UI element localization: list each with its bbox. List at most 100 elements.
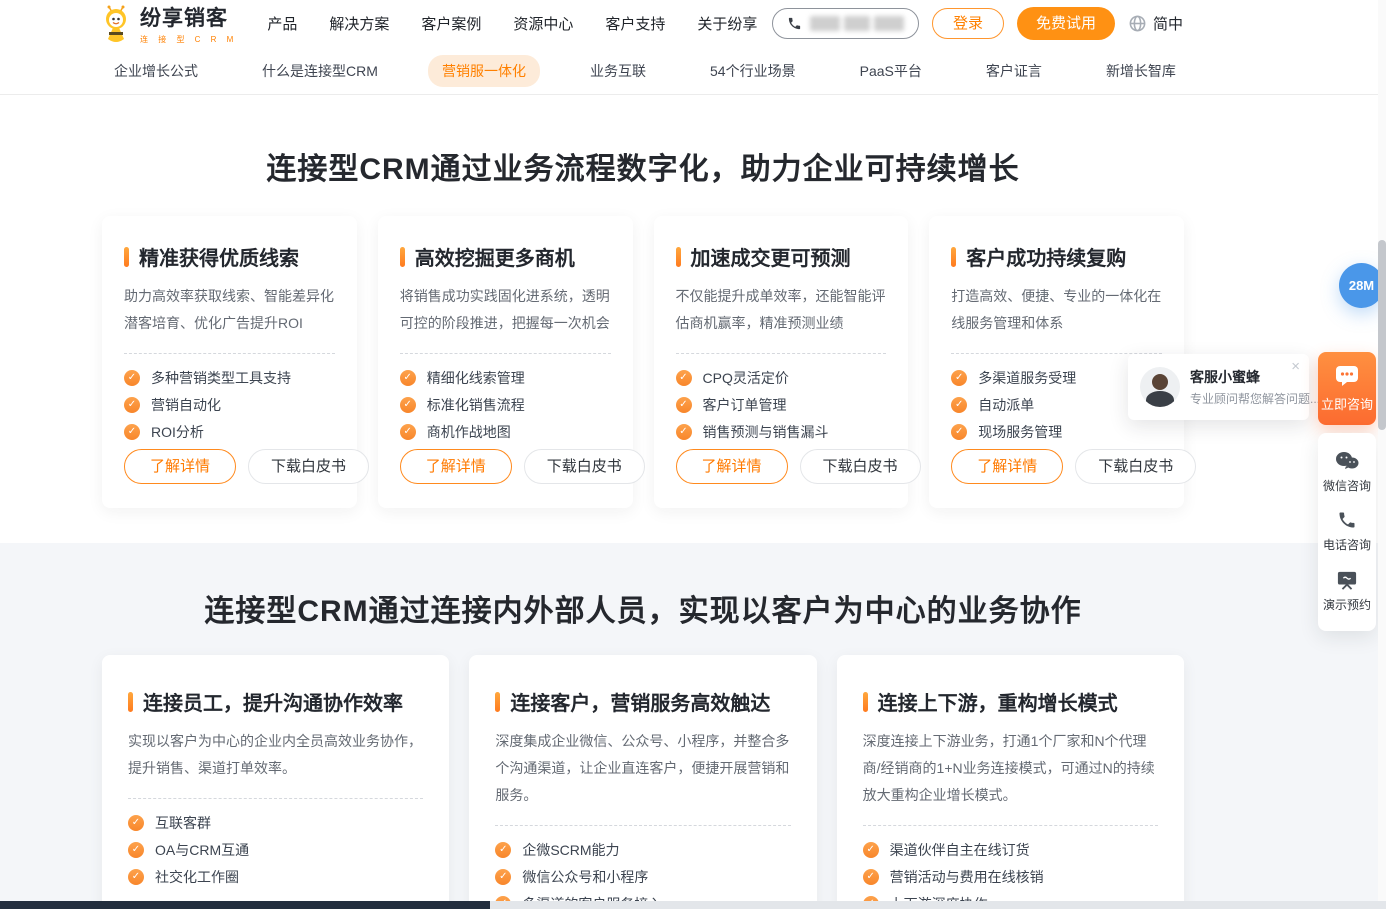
check-icon: ✓ [128,842,144,858]
subnav-item-testimonials[interactable]: 客户证言 [972,55,1056,87]
card-deals: 加速成交更可预测 不仅能提升成单效率，还能智能评估商机赢率，精准预测业绩 ✓CP… [654,216,909,508]
learn-more-button[interactable]: 了解详情 [676,449,788,484]
nav-item-about[interactable]: 关于纷享 [697,13,757,34]
card-title: 高效挖掘更多商机 [415,242,575,271]
check-icon: ✓ [951,424,967,440]
chat-popup[interactable]: 客服小蜜蜂 专业顾问帮您解答问题... × [1128,354,1309,420]
page: 纷享销客 连 接 型 C R M 产品 解决方案 客户案例 资源中心 客户支持 … [0,0,1386,909]
card-desc: 深度连接上下游业务，打通1个厂家和N个代理商/经销商的1+N业务连接模式，可通过… [863,728,1158,809]
check-icon: ✓ [400,370,416,386]
nav-item-cases[interactable]: 客户案例 [421,13,481,34]
bullet-item: ✓营销活动与费用在线核销 [863,867,1158,887]
section-digitalization: 连接型CRM通过业务流程数字化，助力企业可持续增长 精准获得优质线索 助力高效率… [0,95,1386,543]
learn-more-button[interactable]: 了解详情 [951,449,1063,484]
download-whitepaper-button[interactable]: 下载白皮书 [1075,449,1196,484]
subnav-item-what-is-crm[interactable]: 什么是连接型CRM [248,55,392,87]
learn-more-button[interactable]: 了解详情 [400,449,512,484]
wechat-icon [1335,451,1359,471]
nav-item-solutions[interactable]: 解决方案 [329,13,389,34]
bullet-item: ✓ROI分析 [124,422,335,442]
card-title: 客户成功持续复购 [966,242,1126,271]
check-icon: ✓ [676,397,692,413]
card-connect-employees: 连接员工，提升沟通协作效率 实现以客户为中心的企业内全员高效业务协作，提升销售、… [102,655,449,909]
brand-logo[interactable]: 纷享销客 连 接 型 C R M [100,2,237,45]
card-desc: 实现以客户为中心的企业内全员高效业务协作，提升销售、渠道打单效率。 [128,728,423,782]
section2-title: 连接型CRM通过连接内外部人员，实现以客户为中心的业务协作 [102,586,1184,630]
language-switcher[interactable]: 简中 [1128,13,1183,34]
learn-more-button[interactable]: 了解详情 [124,449,236,484]
nav-item-support[interactable]: 客户支持 [605,13,665,34]
title-marker [124,247,129,267]
check-icon: ✓ [863,869,879,885]
subnav-item-paas[interactable]: PaaS平台 [846,55,936,87]
card-title: 加速成交更可预测 [691,242,851,271]
section2-cards: 连接员工，提升沟通协作效率 实现以客户为中心的企业内全员高效业务协作，提升销售、… [102,655,1184,909]
brand-name: 纷享销客 [140,2,237,32]
bullet-item: ✓互联客群 [128,813,423,833]
wechat-consult-item[interactable]: 微信咨询 [1318,451,1376,494]
top-nav: 产品 解决方案 客户案例 资源中心 客户支持 关于纷享 [267,13,757,34]
close-icon[interactable]: × [1291,358,1300,375]
demo-booking-item[interactable]: 演示预约 [1318,570,1376,613]
demo-booking-label: 演示预约 [1323,596,1371,613]
free-trial-button[interactable]: 免费试用 [1017,7,1115,40]
download-whitepaper-button[interactable]: 下载白皮书 [800,449,921,484]
bullet-item: ✓精细化线索管理 [400,368,611,388]
bullet-item: ✓社交化工作圈 [128,867,423,887]
bee-logo-icon [100,5,132,43]
login-button[interactable]: 登录 [932,8,1004,39]
bullet-item: ✓微信公众号和小程序 [495,867,790,887]
consult-now-label: 立即咨询 [1321,394,1373,413]
title-marker [951,247,956,267]
phone-consult-label: 电话咨询 [1323,536,1371,553]
section-collaboration: 连接型CRM通过连接内外部人员，实现以客户为中心的业务协作 连接员工，提升沟通协… [0,543,1386,909]
phone-consult-item[interactable]: 电话咨询 [1318,510,1376,553]
bullet-item: ✓商机作战地图 [400,422,611,442]
phone-handset-icon [1337,510,1357,530]
globe-icon [1128,14,1147,33]
subnav-item-marketing-sales-service[interactable]: 营销服一体化 [428,55,540,87]
vertical-scrollbar-thumb[interactable] [1378,240,1386,430]
check-icon: ✓ [400,424,416,440]
contact-sidebar: 微信咨询 电话咨询 演示预约 [1318,433,1376,631]
bullet-item: ✓企微SCRM能力 [495,840,790,860]
check-icon: ✓ [495,842,511,858]
download-whitepaper-button[interactable]: 下载白皮书 [248,449,369,484]
support-agent-avatar [1140,367,1180,407]
check-icon: ✓ [951,370,967,386]
subnav-item-business-connect[interactable]: 业务互联 [576,55,660,87]
nav-item-products[interactable]: 产品 [267,13,297,34]
check-icon: ✓ [124,370,140,386]
consult-now-button[interactable]: 立即咨询 [1318,352,1376,425]
phone-number-pill[interactable] [772,8,919,39]
check-icon: ✓ [495,869,511,885]
card-title: 连接员工，提升沟通协作效率 [143,687,403,716]
subnav-item-growth-formula[interactable]: 企业增长公式 [100,55,212,87]
horizontal-scrollbar-thumb[interactable] [0,901,490,909]
vertical-scrollbar [1378,0,1386,901]
divider [676,353,887,354]
support-agent-desc: 专业顾问帮您解答问题... [1190,390,1320,407]
title-marker [863,692,868,712]
card-desc: 打造高效、便捷、专业的一体化在线服务管理和体系 [951,283,1162,337]
support-agent-name: 客服小蜜蜂 [1190,367,1260,387]
wechat-consult-label: 微信咨询 [1323,477,1371,494]
card-title: 连接客户，营销服务高效触达 [510,687,770,716]
check-icon: ✓ [951,397,967,413]
secondary-nav: 企业增长公式 什么是连接型CRM 营销服一体化 业务互联 54个行业场景 Paa… [0,47,1386,95]
divider [124,353,335,354]
section1-title: 连接型CRM通过业务流程数字化，助力企业可持续增长 [102,144,1184,188]
check-icon: ✓ [676,370,692,386]
subnav-item-growth-library[interactable]: 新增长智库 [1092,55,1190,87]
bullet-item: ✓渠道伙伴自主在线订货 [863,840,1158,860]
bullet-item: ✓多种营销类型工具支持 [124,368,335,388]
card-desc: 不仅能提升成单效率，还能智能评估商机赢率，精准预测业绩 [676,283,887,337]
download-whitepaper-button[interactable]: 下载白皮书 [524,449,645,484]
subnav-item-industry-scenarios[interactable]: 54个行业场景 [696,55,810,87]
card-title: 精准获得优质线索 [139,242,299,271]
title-marker [676,247,681,267]
divider [400,353,611,354]
header: 纷享销客 连 接 型 C R M 产品 解决方案 客户案例 资源中心 客户支持 … [0,0,1386,47]
nav-item-resources[interactable]: 资源中心 [513,13,573,34]
brand-tagline: 连 接 型 C R M [140,34,237,45]
